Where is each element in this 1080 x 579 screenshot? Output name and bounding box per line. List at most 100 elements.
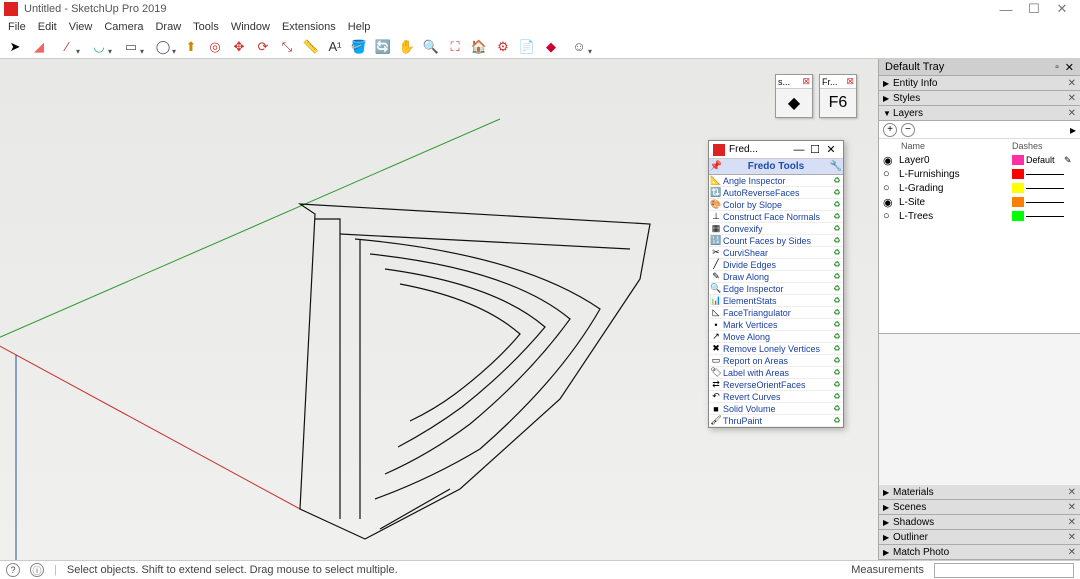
section-close-icon[interactable]: ✕ (1068, 487, 1076, 498)
fredo-item-reverseorientfaces[interactable]: ⇄ReverseOrientFaces♻ (709, 379, 843, 391)
layer-row[interactable]: L-Grading (879, 181, 1080, 195)
fredo-item-construct-face-normals[interactable]: ⊥Construct Face Normals♻ (709, 211, 843, 223)
layer-row[interactable]: L-Site (879, 195, 1080, 209)
color-swatch[interactable] (1012, 211, 1024, 221)
menu-edit[interactable]: Edit (32, 21, 63, 33)
fredo-launcher[interactable]: Fr...⊠F6 (819, 74, 857, 118)
rectangle-tool[interactable]: ▭ (116, 37, 146, 57)
move-tool[interactable]: ✥ (228, 37, 250, 57)
maximize-button[interactable]: ☐ (1020, 1, 1048, 17)
geolocation-icon[interactable]: ⓘ (30, 563, 44, 577)
tray-title[interactable]: Default Tray ▫ ✕ (879, 59, 1080, 76)
visibility-icon[interactable] (883, 154, 899, 167)
fredo-item-autoreversefaces[interactable]: 🔃AutoReverseFaces♻ (709, 187, 843, 199)
scale-tool[interactable]: ⤡ (276, 37, 298, 57)
tray-close-icon[interactable]: ✕ (1065, 61, 1074, 74)
fredo-item-count-faces-by-sides[interactable]: 🔢Count Faces by Sides♻ (709, 235, 843, 247)
color-swatch[interactable] (1012, 169, 1024, 179)
select-tool[interactable]: ➤ (4, 37, 26, 57)
pencil-icon[interactable]: ✎ (1064, 155, 1076, 166)
menu-view[interactable]: View (63, 21, 99, 33)
pin-icon[interactable]: 📌 (709, 161, 723, 172)
menu-help[interactable]: Help (342, 21, 377, 33)
fredo-item-solid-volume[interactable]: ■Solid Volume♻ (709, 403, 843, 415)
section-close-icon[interactable]: ✕ (1068, 547, 1076, 558)
zoom-extents-tool[interactable]: ⛶ (444, 37, 466, 57)
tape-tool[interactable]: 📏 (300, 37, 322, 57)
visibility-icon[interactable] (883, 210, 899, 222)
ext-warehouse-tool[interactable]: ⚙ (492, 37, 514, 57)
close-button[interactable]: ✕ (1048, 1, 1076, 17)
visibility-icon[interactable] (883, 168, 899, 180)
circle-tool[interactable]: ◯ (148, 37, 178, 57)
tray-section-match-photo[interactable]: ▶Match Photo✕ (879, 545, 1080, 560)
layer-row[interactable]: L-Furnishings (879, 167, 1080, 181)
section-close-icon[interactable]: ✕ (1068, 93, 1076, 104)
fredo-close-button[interactable]: ✕ (823, 143, 839, 156)
line-tool[interactable]: ∕ (52, 37, 82, 57)
remove-layer-button[interactable]: − (901, 123, 915, 137)
menu-extensions[interactable]: Extensions (276, 21, 342, 33)
eraser-tool[interactable]: ◢ (28, 37, 50, 57)
measurements-input[interactable] (934, 563, 1074, 578)
fredo-item-divide-edges[interactable]: ╱Divide Edges♻ (709, 259, 843, 271)
fredo-titlebar[interactable]: Fred... — ☐ ✕ (709, 141, 843, 159)
pushpull-tool[interactable]: ⬆ (180, 37, 202, 57)
gear-icon[interactable]: 🔧 (829, 161, 843, 172)
section-close-icon[interactable]: ✕ (1068, 502, 1076, 513)
layers-menu-icon[interactable]: ▸ (1070, 123, 1076, 137)
close-icon[interactable]: ⊠ (846, 76, 854, 87)
orbit-tool[interactable]: 🔄 (372, 37, 394, 57)
fredo-item-angle-inspector[interactable]: 📐Angle Inspector♻ (709, 175, 843, 187)
tray-section-layers[interactable]: ▼ Layers ✕ (879, 106, 1080, 121)
visibility-icon[interactable] (883, 196, 899, 209)
ruby-tool[interactable]: ◆ (540, 37, 562, 57)
menu-file[interactable]: File (2, 21, 32, 33)
color-swatch[interactable] (1012, 155, 1024, 165)
fredo-minimize-button[interactable]: — (791, 144, 807, 156)
fredo-item-remove-lonely-vertices[interactable]: ✖Remove Lonely Vertices♻ (709, 343, 843, 355)
section-close-icon[interactable]: ✕ (1068, 532, 1076, 543)
color-swatch[interactable] (1012, 183, 1024, 193)
add-layer-button[interactable]: + (883, 123, 897, 137)
layers-col-dashes[interactable]: Dashes (1012, 141, 1076, 151)
pan-tool[interactable]: ✋ (396, 37, 418, 57)
fredo-item-label-with-areas[interactable]: 🏷Label with Areas♻ (709, 367, 843, 379)
help-icon[interactable]: ? (6, 563, 20, 577)
layer-row[interactable]: L-Trees (879, 209, 1080, 223)
arc-tool[interactable]: ◡ (84, 37, 114, 57)
fredo-item-curvishear[interactable]: ✂CurviShear♻ (709, 247, 843, 259)
minimize-button[interactable]: — (992, 2, 1020, 17)
fredo-item-thrupaint[interactable]: 🖌ThruPaint♻ (709, 415, 843, 427)
profile-tool[interactable]: ☺ (564, 37, 594, 57)
fredo-item-move-along[interactable]: ↗Move Along♻ (709, 331, 843, 343)
menu-window[interactable]: Window (225, 21, 276, 33)
tray-section-materials[interactable]: ▶Materials✕ (879, 485, 1080, 500)
menu-camera[interactable]: Camera (98, 21, 149, 33)
solid-tools[interactable]: s...⊠◆ (775, 74, 813, 118)
section-close-icon[interactable]: ✕ (1068, 108, 1076, 119)
visibility-icon[interactable] (883, 182, 899, 194)
tray-section-entity-info[interactable]: ▶Entity Info✕ (879, 76, 1080, 91)
fredo-item-mark-vertices[interactable]: •Mark Vertices♻ (709, 319, 843, 331)
offset-tool[interactable]: ◎ (204, 37, 226, 57)
fredo-maximize-button[interactable]: ☐ (807, 143, 823, 156)
tray-section-shadows[interactable]: ▶Shadows✕ (879, 515, 1080, 530)
tray-section-styles[interactable]: ▶Styles✕ (879, 91, 1080, 106)
fredo-item-edge-inspector[interactable]: 🔍Edge Inspector♻ (709, 283, 843, 295)
tray-pin-icon[interactable]: ▫ (1055, 62, 1059, 73)
tray-section-outliner[interactable]: ▶Outliner✕ (879, 530, 1080, 545)
layers-col-name[interactable]: Name (901, 141, 1012, 151)
menu-draw[interactable]: Draw (149, 21, 187, 33)
fredo-item-convexify[interactable]: ▦Convexify♻ (709, 223, 843, 235)
zoom-tool[interactable]: 🔍 (420, 37, 442, 57)
menu-tools[interactable]: Tools (187, 21, 225, 33)
color-swatch[interactable] (1012, 197, 1024, 207)
warehouse-tool[interactable]: 🏠 (468, 37, 490, 57)
layer-row[interactable]: Layer0Default✎ (879, 153, 1080, 167)
fredo-item-facetriangulator[interactable]: ◺FaceTriangulator♻ (709, 307, 843, 319)
paint-tool[interactable]: 🪣 (348, 37, 370, 57)
fredo-item-draw-along[interactable]: ✎Draw Along♻ (709, 271, 843, 283)
fredo-item-elementstats[interactable]: 📊ElementStats♻ (709, 295, 843, 307)
fredo-item-color-by-slope[interactable]: 🎨Color by Slope♻ (709, 199, 843, 211)
